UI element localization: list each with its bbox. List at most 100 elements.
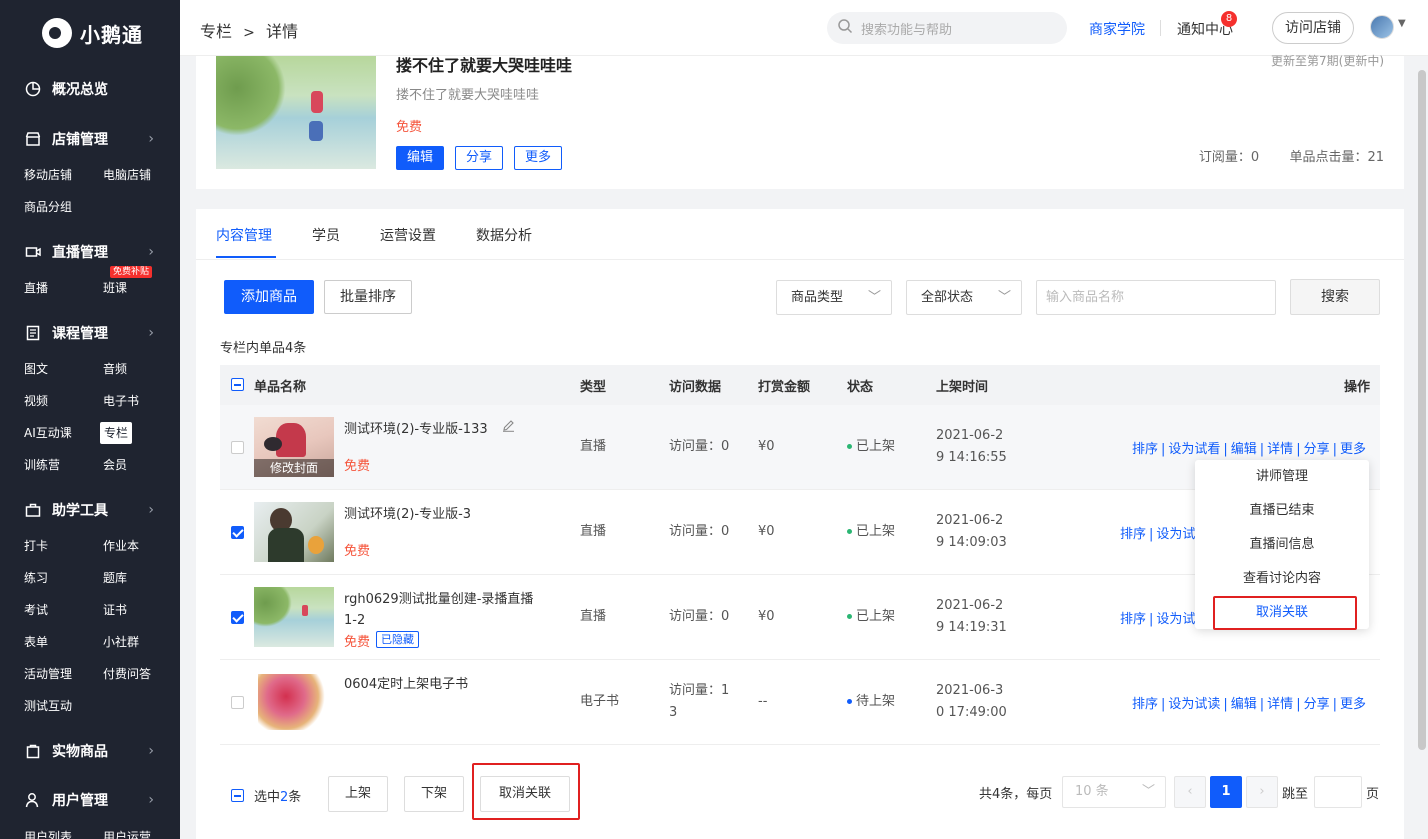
product-name-search-input[interactable]: 输入商品名称 [1036, 280, 1276, 315]
edit-name-icon[interactable] [502, 419, 515, 436]
tab-data-analysis[interactable]: 数据分析 [476, 225, 532, 245]
sidebar-item-ebook[interactable]: 电子书 [103, 390, 139, 412]
tab-content-management[interactable]: 内容管理 [216, 225, 272, 245]
sidebar-item-audio[interactable]: 音频 [103, 358, 127, 380]
page-1-button[interactable]: 1 [1210, 776, 1242, 808]
row-checkbox[interactable] [231, 526, 244, 539]
app-logo[interactable]: 小鹅通 [42, 18, 143, 48]
sidebar-item-product-group[interactable]: 商品分组 [24, 196, 72, 218]
edit-column-button[interactable]: 编辑 [396, 146, 445, 170]
sidebar-item-form[interactable]: 表单 [24, 631, 48, 653]
product-thumbnail[interactable] [254, 587, 334, 647]
sidebar-item-practice[interactable]: 练习 [24, 567, 48, 589]
video-icon [24, 243, 42, 261]
edit-action[interactable]: 编辑 [1231, 442, 1257, 457]
sidebar-item-homework[interactable]: 作业本 [103, 535, 139, 557]
product-type-select[interactable]: 商品类型 ﹀ [776, 280, 892, 315]
row-checkbox[interactable] [231, 611, 244, 624]
sidebar-item-user-ops[interactable]: 用户运营 [103, 826, 151, 839]
product-thumbnail[interactable] [254, 502, 334, 562]
breadcrumb-column[interactable]: 专栏 [200, 22, 232, 41]
row-checkbox[interactable] [231, 696, 244, 709]
sidebar-item-mobile-store[interactable]: 移动店铺 [24, 164, 72, 186]
sidebar-item-member[interactable]: 会员 [103, 454, 127, 476]
sidebar-item-column[interactable]: 专栏 [100, 422, 133, 444]
menu-item-lecturer-management[interactable]: 讲师管理 [1195, 460, 1369, 494]
search-button[interactable]: 搜索 [1290, 279, 1380, 315]
status-dot [847, 614, 852, 619]
academy-link[interactable]: 商家学院 [1089, 19, 1145, 39]
edit-action[interactable]: 编辑 [1231, 697, 1257, 712]
bottom-select-all-checkbox[interactable] [231, 789, 244, 802]
select-all-checkbox[interactable] [231, 378, 244, 391]
bulk-off-shelf-button[interactable]: 下架 [404, 776, 464, 812]
menu-item-live-room-info[interactable]: 直播间信息 [1195, 528, 1369, 562]
sidebar-item-community[interactable]: 小社群 [103, 631, 139, 653]
sidebar-item-article[interactable]: 图文 [24, 358, 48, 380]
nav-group-users[interactable]: 用户管理 › [0, 786, 180, 814]
bulk-on-shelf-button[interactable]: 上架 [328, 776, 388, 812]
product-thumbnail[interactable]: 修改封面 [254, 417, 334, 477]
scrollbar-thumb[interactable] [1418, 70, 1426, 750]
set-trial-action[interactable]: 设为试 [1156, 612, 1195, 627]
nav-group-goods[interactable]: 实物商品 › [0, 737, 180, 765]
sidebar-item-paid-qa[interactable]: 付费问答 [103, 663, 151, 685]
more-action[interactable]: 更多 [1340, 697, 1366, 712]
tab-operation-settings[interactable]: 运营设置 [380, 225, 436, 245]
change-cover-label[interactable]: 修改封面 [254, 459, 334, 477]
more-column-button[interactable]: 更多 [514, 146, 563, 170]
nav-group-course[interactable]: 课程管理 › [0, 319, 180, 347]
share-action[interactable]: 分享 [1304, 442, 1330, 457]
sort-action[interactable]: 排序 [1132, 697, 1158, 712]
more-action[interactable]: 更多 [1340, 442, 1366, 457]
nav-group-live[interactable]: 直播管理 › [0, 238, 180, 266]
sort-action[interactable]: 排序 [1120, 527, 1146, 542]
sort-action[interactable]: 排序 [1132, 442, 1158, 457]
sidebar-item-camp[interactable]: 训练营 [24, 454, 60, 476]
nav-group-overview[interactable]: 概况总览 [0, 75, 180, 103]
batch-sort-button[interactable]: 批量排序 [324, 280, 412, 314]
sidebar-item-video[interactable]: 视频 [24, 390, 48, 412]
menu-item-live-ended[interactable]: 直播已结束 [1195, 494, 1369, 528]
prev-page-button[interactable]: ‹ [1174, 776, 1206, 808]
row-checkbox[interactable] [231, 441, 244, 454]
nav-group-tools[interactable]: 助学工具 › [0, 496, 180, 524]
tab-students[interactable]: 学员 [312, 225, 340, 245]
sidebar-item-pc-store[interactable]: 电脑店铺 [103, 164, 151, 186]
sidebar-item-certificate[interactable]: 证书 [103, 599, 127, 621]
nav-group-store[interactable]: 店铺管理 › [0, 125, 180, 153]
sidebar-item-user-list[interactable]: 用户列表 [24, 826, 72, 839]
set-trial-action[interactable]: 设为试读 [1168, 697, 1220, 712]
jump-page-input[interactable] [1314, 776, 1362, 808]
sidebar-item-ai-course[interactable]: AI互动课 [24, 422, 72, 444]
sidebar-item-live[interactable]: 直播 [24, 277, 48, 299]
sidebar-item-exam[interactable]: 考试 [24, 599, 48, 621]
visit-store-button[interactable]: 访问店铺 [1272, 12, 1354, 44]
share-column-button[interactable]: 分享 [455, 146, 504, 170]
add-product-button[interactable]: 添加商品 [224, 280, 314, 314]
set-trial-action[interactable]: 设为试 [1156, 527, 1195, 542]
sidebar-item-class[interactable]: 班课 [103, 277, 127, 299]
chevron-down-icon[interactable]: ▼ [1398, 18, 1406, 29]
subscribe-count: 订阅量：0 [1198, 150, 1260, 165]
status-select[interactable]: 全部状态 ﹀ [906, 280, 1022, 315]
detail-action[interactable]: 详情 [1267, 442, 1293, 457]
global-search-input[interactable]: 搜索功能与帮助 [827, 12, 1067, 44]
sidebar-item-checkin[interactable]: 打卡 [24, 535, 48, 557]
next-page-button[interactable]: › [1246, 776, 1278, 808]
table-row[interactable]: 0604定时上架电子书 电子书 访问量：1 3 -- 待上架 2021-06-3 0… [220, 660, 1380, 745]
breadcrumb-separator: > [243, 25, 255, 41]
product-type: 电子书 [580, 694, 620, 709]
share-action[interactable]: 分享 [1304, 697, 1330, 712]
product-thumbnail[interactable] [254, 672, 334, 732]
sidebar-item-test-interact[interactable]: 测试互动 [24, 695, 72, 717]
menu-item-view-discussion[interactable]: 查看讨论内容 [1195, 562, 1369, 596]
sidebar-item-question-bank[interactable]: 题库 [103, 567, 127, 589]
page-size-select[interactable]: 10 条 ﹀ [1062, 776, 1166, 808]
set-trial-action[interactable]: 设为试看 [1168, 442, 1220, 457]
sidebar-item-activity[interactable]: 活动管理 [24, 663, 72, 685]
detail-action[interactable]: 详情 [1267, 697, 1293, 712]
avatar[interactable] [1370, 15, 1394, 39]
row-actions: 排序 | 设为试读 | 编辑 | 详情 | 分享 | 更多 [1131, 697, 1366, 712]
sort-action[interactable]: 排序 [1120, 612, 1146, 627]
